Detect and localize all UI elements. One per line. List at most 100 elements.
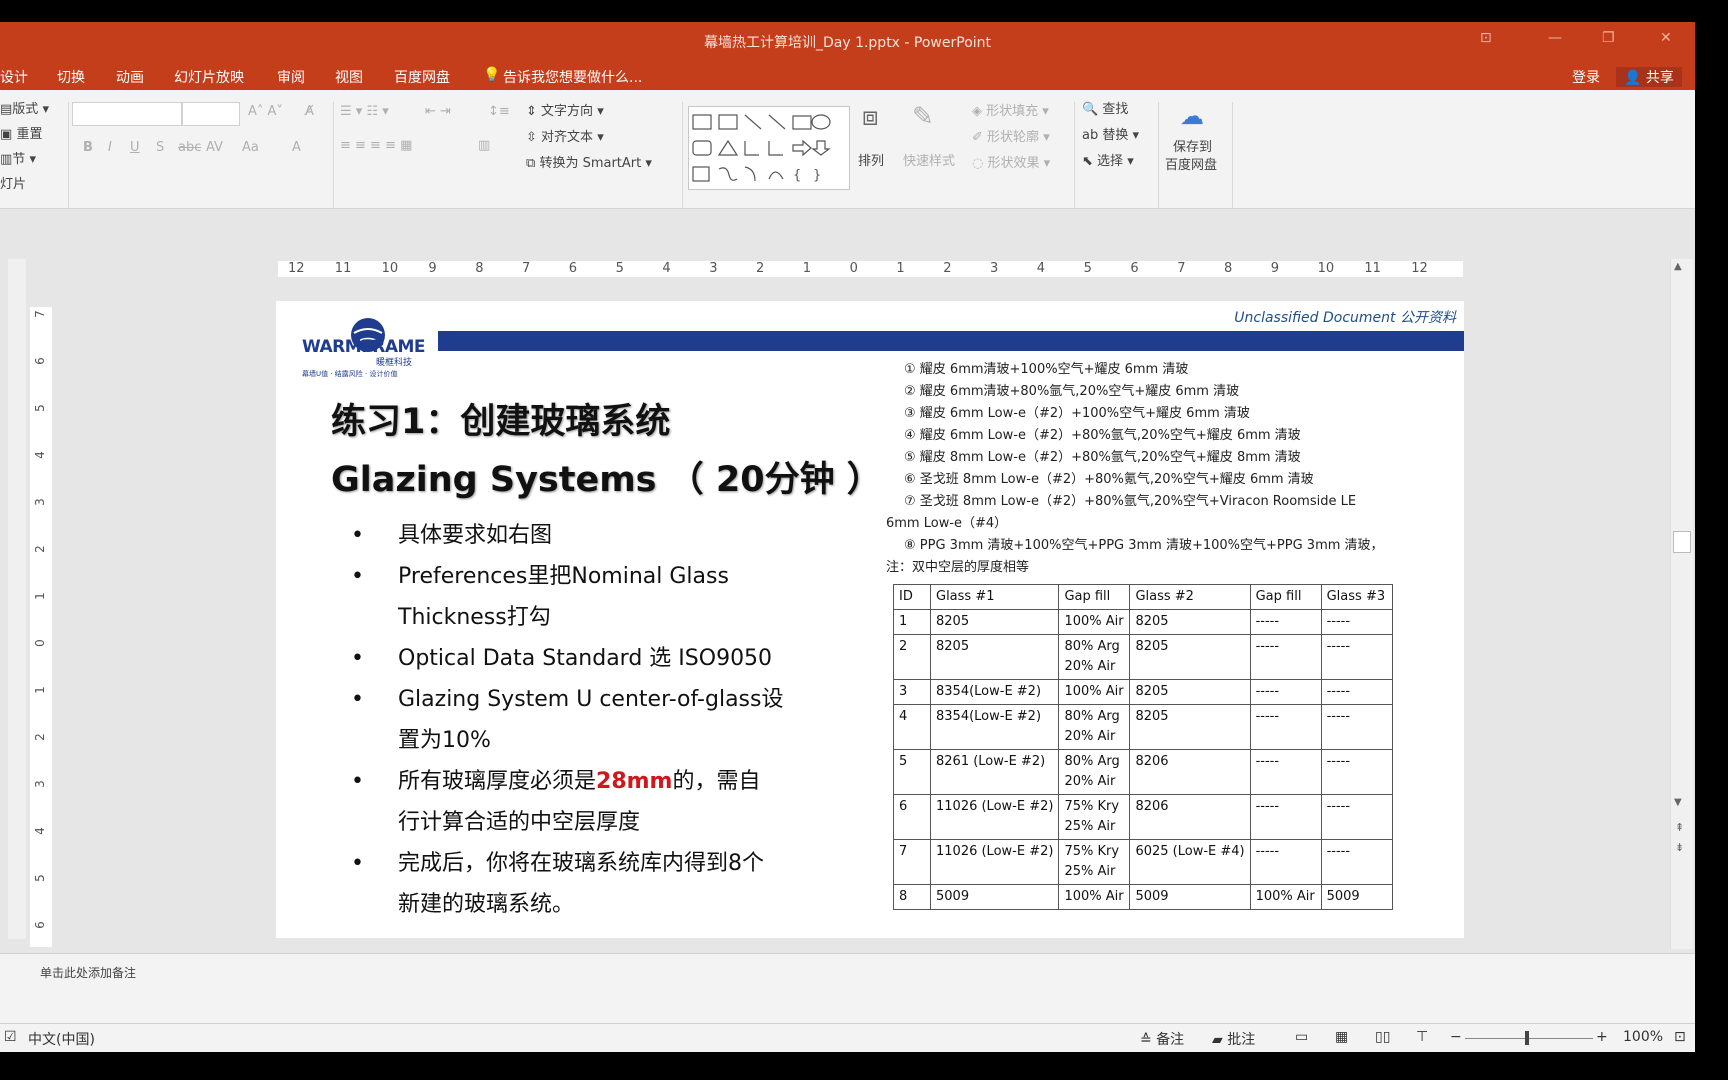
spelling-icon[interactable]: ☑ <box>4 1029 17 1045</box>
table-header-row: ID Glass #1 Gap fill Glass #2 Gap fill Glass … <box>893 584 1393 610</box>
restore-icon[interactable]: ❐ <box>1602 30 1615 46</box>
share-button[interactable]: 👤 共享 <box>1616 67 1682 87</box>
list-item: ① 耀皮 6mm清玻+100%空气+耀皮 6mm 清玻 <box>904 362 1189 377</box>
font-name-box[interactable] <box>72 102 182 126</box>
shapes-gallery[interactable]: {} <box>688 106 850 190</box>
scroll-thumb[interactable] <box>1673 531 1691 553</box>
minimize-icon[interactable]: — <box>1548 30 1562 46</box>
shape-effects-label: 形状效果 <box>987 156 1040 171</box>
baidu-cloud-icon[interactable]: ☁ <box>1180 102 1204 130</box>
font-size-box[interactable] <box>182 102 240 126</box>
align-icons[interactable]: ≡ ≡ ≡ ≡ ▦ <box>340 138 412 153</box>
font-color-icon[interactable]: A <box>292 140 301 155</box>
prev-slide-icon[interactable]: ⇞ <box>1675 821 1684 834</box>
line-spacing-icon[interactable]: ↕≡ <box>488 104 510 119</box>
ruler-tick-label: 2 <box>756 261 765 276</box>
bold-icon[interactable]: B <box>83 140 93 155</box>
char-spacing-icon[interactable]: AV <box>206 140 223 155</box>
baidu-label[interactable]: 百度网盘 <box>1165 154 1217 173</box>
smartart-button[interactable]: ⧉ 转换为 SmartArt ▾ <box>526 152 652 171</box>
replace-button[interactable]: ab 替换 ▾ <box>1082 124 1139 143</box>
save-to-label[interactable]: 保存到 <box>1173 136 1212 155</box>
quick-styles-icon[interactable]: ✎ <box>912 102 934 132</box>
table-header-cell: Glass #3 <box>1320 584 1393 610</box>
shape-effects-button[interactable]: ◌ 形状效果 ▾ <box>972 152 1050 171</box>
table-cell: 100% Air <box>1058 884 1131 910</box>
tab-review[interactable]: 审阅 <box>277 67 305 87</box>
slideshow-icon[interactable]: ⊤ <box>1416 1029 1428 1045</box>
scroll-up-icon[interactable]: ▲ <box>1674 261 1682 272</box>
reset-button[interactable]: ▣ 重置 <box>0 123 42 142</box>
select-button[interactable]: ⬉ 选择 ▾ <box>1082 150 1134 169</box>
ruler-tick-label: 7 <box>32 310 47 318</box>
columns-icon[interactable]: ▥ <box>478 138 490 153</box>
arrange-icon[interactable]: ⧈ <box>862 102 879 133</box>
section-button[interactable]: ▥节 ▾ <box>0 148 36 167</box>
tab-view[interactable]: 视图 <box>335 67 363 87</box>
arrange-label[interactable]: 排列 <box>858 150 884 169</box>
zoom-slider[interactable] <box>1465 1038 1593 1039</box>
tell-me-search[interactable]: 告诉我您想要做什么... <box>503 67 642 87</box>
table-cell: ----- <box>1249 839 1322 885</box>
slide-sorter-icon[interactable]: ▦ <box>1335 1029 1348 1045</box>
strikethrough-icon[interactable]: abc <box>178 140 201 155</box>
glazing-table: ID Glass #1 Gap fill Glass #2 Gap fill Glass … <box>893 584 1393 910</box>
left-scrollbar[interactable] <box>8 259 26 939</box>
logo-wordmark: WARMFRAME <box>302 337 426 357</box>
logo-tagline: 幕墙U值 · 结露风险 · 设计价值 <box>302 370 398 378</box>
tab-slideshow[interactable]: 幻灯片放映 <box>174 67 244 87</box>
zoom-out-icon[interactable]: − <box>1450 1029 1462 1045</box>
scroll-down-icon[interactable]: ▼ <box>1674 797 1682 808</box>
fit-slide-icon[interactable]: ⊡ <box>1674 1029 1686 1045</box>
slide-canvas[interactable]: Unclassified Document 公开资料 WARMFRAME 暖框科… <box>276 301 1464 938</box>
bullet-text: 置为10% <box>398 728 491 753</box>
list-item: 具体要求如右图 <box>351 515 831 556</box>
ruler-tick-label: 0 <box>32 639 47 647</box>
layout-button[interactable]: ▤版式 ▾ <box>0 98 49 117</box>
grow-font-icon[interactable]: A˄ A˅ <box>248 104 283 119</box>
bullets-icon[interactable]: ☰ ▾ ☷ ▾ <box>340 104 389 119</box>
align-text-button[interactable]: ⇳ 对齐文本 ▾ <box>526 126 604 145</box>
zoom-level[interactable]: 100% <box>1623 1029 1663 1045</box>
normal-view-icon[interactable]: ▭ <box>1295 1029 1308 1045</box>
table-cell: 8205 <box>1129 609 1251 635</box>
underline-icon[interactable]: U <box>130 140 140 155</box>
right-scrollbar[interactable]: ▲ ▼ ⇞ ⇟ <box>1670 259 1693 949</box>
table-cell: 80% Arg 20% Air <box>1058 749 1131 795</box>
reading-view-icon[interactable]: ▯▯ <box>1375 1029 1390 1045</box>
shadow-icon[interactable]: S <box>156 140 164 155</box>
indent-icon[interactable]: ⇤ ⇥ <box>425 104 451 119</box>
next-slide-icon[interactable]: ⇟ <box>1675 841 1684 854</box>
zoom-slider-thumb[interactable] <box>1525 1031 1529 1045</box>
ruler-tick-label: 11 <box>334 261 352 276</box>
text-direction-button[interactable]: ⇕ 文字方向 ▾ <box>526 100 604 119</box>
pen-icon: ✐ <box>972 130 983 145</box>
clear-format-icon[interactable]: A̸ <box>305 104 314 119</box>
comments-toggle[interactable]: ▰ 批注 <box>1212 1029 1255 1049</box>
tab-design[interactable]: 设计 <box>0 67 28 87</box>
ribbon-display-icon[interactable]: ⊡ <box>1480 30 1492 46</box>
change-case-icon[interactable]: Aa <box>242 140 259 155</box>
shape-outline-button[interactable]: ✐ 形状轮廓 ▾ <box>972 126 1050 145</box>
language-indicator[interactable]: 中文(中国) <box>28 1029 95 1049</box>
list-item: ② 耀皮 6mm清玻+80%氩气,20%空气+耀皮 6mm 清玻 <box>904 384 1240 399</box>
italic-icon[interactable]: I <box>108 140 112 155</box>
group-divider <box>1232 102 1233 222</box>
tab-baidu[interactable]: 百度网盘 <box>394 67 450 87</box>
tab-animations[interactable]: 动画 <box>116 67 144 87</box>
shape-fill-button[interactable]: ◈ 形状填充 ▾ <box>972 100 1049 119</box>
zoom-in-icon[interactable]: + <box>1596 1029 1608 1045</box>
close-icon[interactable]: ✕ <box>1660 30 1672 46</box>
notes-toggle[interactable]: ≙ 备注 <box>1140 1029 1184 1049</box>
table-header-cell: Gap fill <box>1058 584 1131 610</box>
ruler-tick-label: 11 <box>1364 261 1381 276</box>
find-button[interactable]: 🔍 查找 <box>1082 98 1128 117</box>
login-link[interactable]: 登录 <box>1572 67 1600 87</box>
tab-transitions[interactable]: 切换 <box>57 67 85 87</box>
smartart-icon: ⧉ <box>526 156 536 171</box>
quick-styles-label[interactable]: 快速样式 <box>903 150 955 169</box>
shapes-gallery-icons: {} <box>692 114 831 183</box>
table-cell: 8206 <box>1129 794 1251 840</box>
table-cell: 6025 (Low-E #4) <box>1129 839 1251 885</box>
table-cell: 100% Air <box>1249 884 1322 910</box>
